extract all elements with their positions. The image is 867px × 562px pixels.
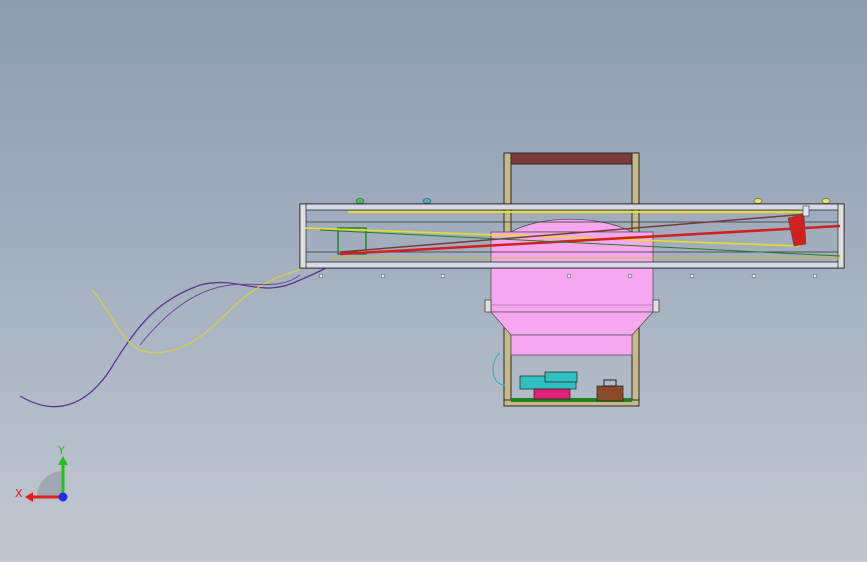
tank-cone: [490, 311, 654, 336]
tank-flange-right: [652, 299, 660, 313]
axis-triad: X Y: [15, 444, 68, 502]
cable-purple-upper: [139, 274, 301, 346]
brown-box: [596, 385, 624, 402]
tower-components: [492, 352, 632, 402]
magenta-unit: [533, 388, 571, 400]
loose-cable: [19, 261, 341, 408]
frame-top-rail: [299, 203, 845, 211]
brown-box-handle: [603, 379, 617, 387]
frame-feet: [318, 273, 818, 279]
fitting-yellow-a: [753, 198, 763, 204]
cable-purple: [19, 261, 341, 408]
fitting-cyan: [422, 198, 432, 204]
triad-y-label: Y: [57, 444, 65, 457]
triad-x-label: X: [15, 487, 23, 500]
fitting-green: [355, 198, 365, 204]
red-end-cap: [787, 213, 807, 247]
tank-flange-left: [484, 299, 492, 313]
frame-bottom-rail: [299, 261, 845, 269]
cad-viewport[interactable]: X Y: [0, 0, 867, 562]
tower-top-bar: [504, 152, 639, 165]
cyan-unit-head: [544, 371, 578, 383]
fitting-yellow-b: [821, 198, 831, 204]
cable-yellow: [91, 269, 301, 354]
triad-shade: [37, 471, 63, 497]
hose-loop: [492, 352, 506, 386]
end-block: [802, 205, 810, 217]
top-fittings: [355, 198, 831, 204]
tank-lower: [510, 334, 633, 356]
triad-z-axis: [58, 492, 68, 502]
